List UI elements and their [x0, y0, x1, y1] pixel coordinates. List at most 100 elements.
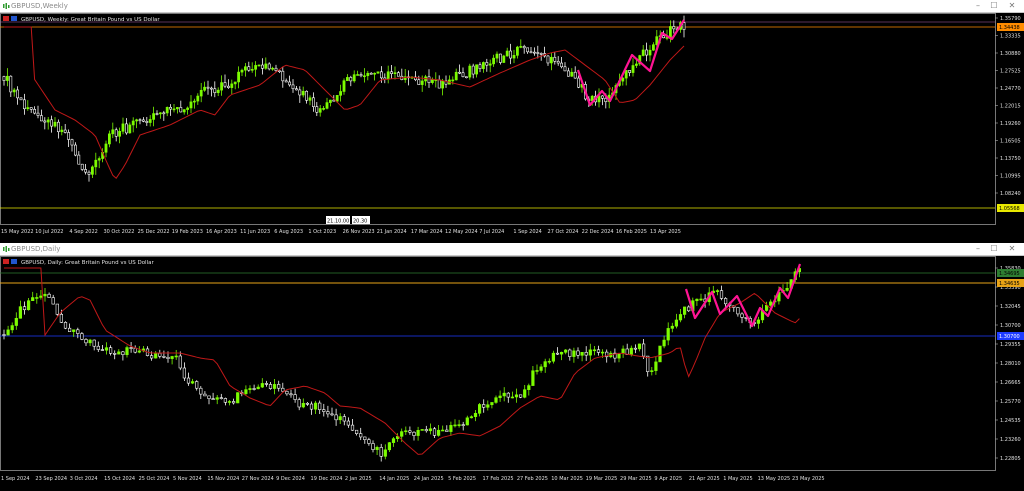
candle-body	[334, 414, 338, 421]
candle-body	[475, 64, 479, 75]
candle-body	[29, 107, 33, 110]
minimize-button[interactable]: –	[972, 0, 984, 12]
candle-body	[109, 347, 113, 354]
time-axis-label: 1 May 2025	[723, 476, 752, 482]
candle-body	[281, 387, 285, 392]
chart-flag-icon[interactable]	[11, 16, 17, 21]
maximize-button[interactable]: ☐	[988, 0, 1000, 12]
candle-body	[465, 417, 469, 426]
candle-body	[142, 119, 145, 122]
candle-body	[67, 132, 71, 140]
close-button[interactable]: ✕	[1006, 0, 1018, 12]
maximize-button[interactable]: ☐	[988, 243, 1000, 255]
candle-body	[268, 384, 273, 389]
weekly-chart-canvas[interactable]: 1.35790 1.33335 1.30880 1.27525 1.24770 1.220…	[0, 13, 1024, 240]
price-axis-label: 1.33335	[1000, 34, 1021, 40]
candle-body	[154, 353, 158, 359]
candle-body	[84, 339, 88, 344]
weekly-window-titlebar[interactable]: GBPUSD,Weekly – ☐ ✕	[0, 0, 1024, 13]
candle-body	[522, 46, 526, 49]
candle-body	[165, 107, 169, 114]
candle-body	[2, 76, 6, 81]
weekly-price-chart[interactable]: 1.35790 1.33335 1.30880 1.27525 1.24770 1.220…	[0, 13, 1024, 240]
daily-chart-header: GBPUSD, Daily: Great Britain Pound vs US…	[3, 259, 154, 266]
candle-body	[695, 298, 699, 302]
candle-body	[186, 377, 191, 384]
candle-body	[441, 429, 445, 432]
candle-body	[227, 401, 232, 403]
weekly-chart-header: GBPUSD, Weekly: Great Britain Pound vs U…	[3, 16, 160, 23]
candle-body	[366, 72, 370, 77]
candle-body	[509, 50, 513, 59]
candle-body	[230, 83, 234, 88]
candle-body	[641, 343, 646, 357]
candle-body	[371, 443, 375, 450]
chart-flag-icon[interactable]	[11, 259, 17, 264]
close-button[interactable]: ✕	[1006, 243, 1018, 255]
minimize-button[interactable]: –	[972, 243, 984, 255]
candle-body	[216, 89, 220, 93]
time-axis-label: 21 Jan 2024	[377, 229, 407, 235]
candle-body	[12, 89, 16, 93]
candle-body	[43, 120, 47, 123]
time-axis-label: 21 Apr 2025	[689, 476, 720, 482]
time-axis-label: 17 Mar 2024	[411, 229, 443, 235]
candle-body	[80, 163, 84, 170]
candle-body	[186, 107, 190, 110]
candle-body	[356, 74, 360, 76]
candle-body	[387, 442, 392, 451]
candle-body	[662, 35, 666, 39]
candle-body	[490, 402, 494, 406]
candle-body	[6, 329, 10, 336]
candle-body	[473, 413, 478, 417]
candle-body	[512, 55, 516, 59]
candle-body	[31, 297, 35, 301]
candle-body	[14, 317, 18, 326]
time-axis-label: 16 Apr 2023	[206, 229, 237, 235]
candle-body	[236, 392, 240, 404]
price-axis-label: 1.28010	[1000, 361, 1021, 367]
candle-body	[432, 428, 437, 436]
price-axis-label: 1.16505	[1000, 139, 1021, 145]
candle-body	[505, 50, 509, 57]
daily-chart-canvas[interactable]: 1.358301.333901.320451.307001.293551.280…	[0, 256, 1024, 487]
candle-body	[176, 107, 179, 110]
candle-body	[182, 367, 187, 379]
candle-body	[291, 84, 295, 90]
time-axis-label: 22 Dec 2024	[582, 229, 614, 235]
candle-body	[47, 293, 51, 298]
candle-body	[311, 97, 315, 107]
candle-body	[375, 447, 379, 450]
candle-body	[264, 383, 269, 385]
price-axis-label: 1.08240	[1000, 191, 1021, 197]
candle-body	[481, 62, 485, 69]
candle-body	[138, 119, 142, 122]
candle-body	[427, 76, 431, 83]
one-click-trading-icon[interactable]	[3, 259, 9, 264]
price-axis-label: 1.26665	[1000, 380, 1021, 386]
candle-body	[519, 46, 523, 48]
candle-body	[510, 396, 515, 399]
daily-price-chart[interactable]: 1.358301.333901.320451.307001.293551.280…	[0, 256, 1024, 487]
candle-body	[531, 370, 535, 386]
candle-body	[318, 402, 322, 410]
candle-body	[672, 26, 676, 30]
candle-body	[162, 356, 166, 358]
candle-body	[412, 431, 416, 436]
candle-body	[125, 123, 128, 134]
candle-body	[220, 82, 224, 91]
candle-body	[104, 143, 108, 153]
daily-window-titlebar[interactable]: GBPUSD,Daily – ☐ ✕	[0, 243, 1024, 256]
candle-body	[170, 356, 174, 359]
candle-body	[604, 97, 608, 103]
candle-body	[223, 398, 228, 403]
candle-body	[63, 322, 68, 329]
price-axis-label: 1.24535	[1000, 418, 1021, 424]
weekly-plot-frame	[0, 13, 996, 225]
one-click-trading-icon[interactable]	[3, 16, 9, 21]
candle-body	[309, 403, 314, 410]
candle-body	[285, 390, 289, 395]
candle-body	[39, 295, 43, 298]
candle-body	[539, 366, 543, 371]
candle-body	[308, 97, 312, 101]
